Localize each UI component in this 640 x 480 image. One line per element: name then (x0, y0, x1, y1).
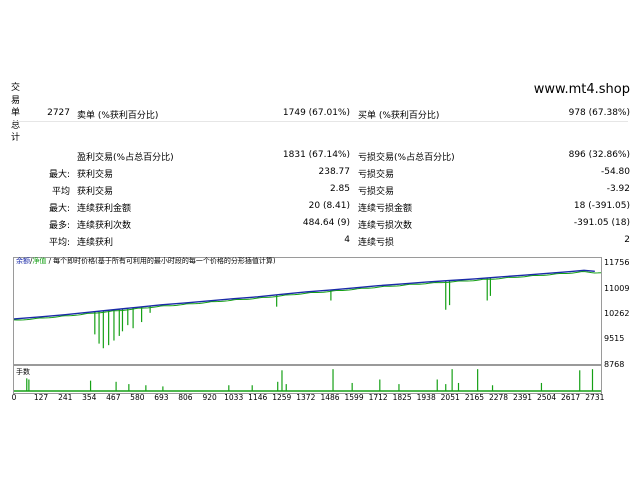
x-tick: 0 (11, 393, 17, 402)
x-tick: 1146 (248, 393, 268, 402)
y-tick: 11756 (604, 258, 630, 267)
x-tick: 241 (58, 393, 73, 402)
x-tick: 1486 (320, 393, 340, 402)
x-tick: 467 (106, 393, 121, 402)
x-tick: 2051 (440, 393, 460, 402)
x-tick: 2731 (585, 393, 605, 402)
long-value: 978 (67.38%) (568, 108, 630, 118)
x-tick: 1938 (416, 393, 436, 402)
y-tick: 9515 (604, 334, 625, 343)
loss-trades-value: 896 (32.86%) (568, 150, 630, 160)
short-label: 卖单 (%获利百分比) (77, 111, 159, 121)
x-tick: 1599 (344, 393, 364, 402)
legend-balance: 余额 (16, 257, 30, 265)
max-profit-label: 获利交易 (77, 170, 114, 180)
x-tick: 1033 (224, 393, 244, 402)
equity-line (13, 271, 602, 321)
avg-loss-value: -3.92 (606, 184, 630, 194)
avg-label: 平均 (51, 187, 70, 197)
avg-loss-label: 亏损交易 (358, 187, 395, 197)
x-tick: 920 (202, 393, 217, 402)
max-label: 最大: (48, 170, 70, 180)
legend-equity: 净值 (32, 257, 47, 265)
max2-label: 最大: (48, 204, 70, 214)
avg-cons-wins-label: 连续获利 (77, 238, 114, 248)
cons-loss-cnt-value: -391.05 (18) (573, 218, 630, 228)
x-tick: 354 (82, 393, 97, 402)
cons-profit-cnt-label: 连续获利次数 (77, 221, 132, 231)
max-loss-value: -54.80 (600, 167, 630, 177)
short-value: 1749 (67.01%) (282, 108, 350, 118)
x-tick: 2617 (561, 393, 581, 402)
side-label: 交 易 单 总 计 (11, 83, 21, 143)
total-trades: 2727 (47, 108, 70, 118)
avg-profit-value: 2.85 (329, 184, 350, 194)
max-loss-label: 亏损交易 (358, 170, 395, 180)
balance-chart (13, 257, 602, 365)
loss-trades-label: 亏损交易(%占总百分比) (358, 153, 455, 163)
long-label: 买单 (%获利百分比) (358, 111, 440, 121)
most-label: 最多: (48, 221, 70, 231)
balance-chart-svg (13, 269, 602, 349)
avg-profit-label: 获利交易 (77, 187, 114, 197)
site-link[interactable]: www.mt4.shop (534, 82, 630, 97)
avg2-label: 平均: (48, 238, 70, 248)
cons-wins-amt-value: 20 (8.41) (308, 201, 350, 211)
cons-loss-amt-value: 18 (-391.05) (573, 201, 630, 211)
x-tick: 693 (154, 393, 169, 402)
lots-chart (13, 365, 602, 394)
max-profit-value: 238.77 (318, 167, 351, 177)
profit-trades-value: 1831 (67.14%) (282, 150, 350, 160)
x-tick: 127 (33, 393, 49, 402)
avg-cons-loss-label: 连续亏损 (358, 238, 395, 248)
divider (14, 121, 628, 122)
x-tick: 2165 (464, 393, 484, 402)
cons-loss-amt-label: 连续亏损金额 (358, 204, 413, 214)
avg-cons-loss-value: 2 (624, 235, 630, 245)
x-tick: 1259 (272, 393, 292, 402)
x-tick: 1712 (368, 393, 388, 402)
profit-trades-label: 盈利交易(%占总百分比) (77, 153, 174, 163)
y-tick: 10262 (604, 309, 630, 318)
legend-description: / 每个即时价格(基于所有可利用的最小时段的每一个价格的分形插值计算) (46, 257, 276, 265)
x-tick: 580 (130, 393, 145, 402)
chart-legend: 余额/净值 / 每个即时价格(基于所有可利用的最小时段的每一个价格的分形插值计算… (16, 257, 276, 265)
avg-cons-wins-value: 4 (344, 235, 350, 245)
x-tick: 1372 (296, 393, 316, 402)
y-tick: 11009 (604, 284, 630, 293)
x-tick: 1825 (392, 393, 412, 402)
x-tick: 2278 (488, 393, 509, 402)
lots-chart-svg (14, 369, 601, 392)
cons-wins-amt-label: 连续获利金额 (77, 204, 132, 214)
lots-label: 手数 (16, 368, 30, 376)
x-tick: 806 (178, 393, 193, 402)
x-tick: 2391 (512, 393, 533, 402)
x-tick: 2504 (537, 393, 557, 402)
cons-loss-cnt-label: 连续亏损次数 (358, 221, 413, 231)
y-tick: 8768 (604, 360, 625, 369)
cons-profit-cnt-value: 484.64 (9) (302, 218, 350, 228)
